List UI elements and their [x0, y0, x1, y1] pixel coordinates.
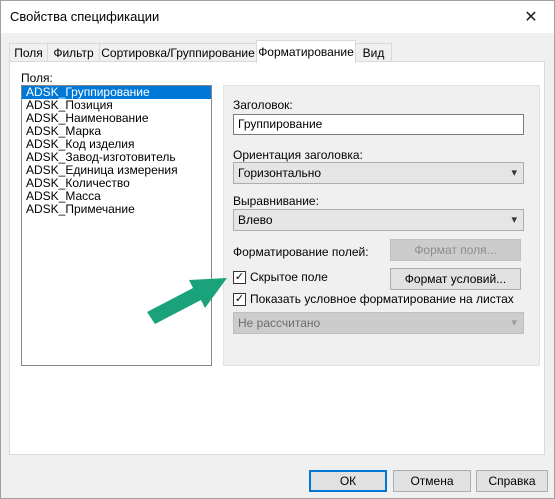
orientation-label: Ориентация заголовка: [233, 148, 363, 162]
alignment-value: Влево [238, 213, 273, 227]
ok-button[interactable]: ОК [309, 470, 387, 492]
dialog-window: Свойства спецификации ✕ Поля Фильтр Сорт… [0, 0, 555, 499]
annotation-arrow-icon [147, 278, 227, 324]
close-icon[interactable]: ✕ [508, 1, 554, 33]
conditional-format-button[interactable]: Формат условий... [390, 268, 521, 290]
show-conditional-checkbox[interactable]: ✓ [233, 293, 246, 306]
list-item[interactable]: ADSK_Примечание [22, 203, 211, 216]
chevron-down-icon: ▾ [511, 167, 517, 179]
title-bar: Свойства спецификации ✕ [1, 1, 554, 33]
field-format-button[interactable]: Формат поля... [390, 239, 521, 261]
orientation-select[interactable]: Горизонтально ▾ [233, 162, 524, 184]
tab-fields[interactable]: Поля [9, 43, 48, 62]
calculation-value: Не рассчитано [238, 316, 321, 330]
chevron-down-icon: ▾ [511, 317, 517, 329]
chevron-down-icon: ▾ [511, 214, 517, 226]
hidden-field-checkbox[interactable]: ✓ [233, 271, 246, 284]
heading-label: Заголовок: [233, 98, 293, 112]
cancel-button[interactable]: Отмена [393, 470, 471, 492]
help-button[interactable]: Справка [476, 470, 548, 492]
fields-label: Поля: [21, 71, 53, 85]
orientation-value: Горизонтально [238, 166, 322, 180]
tab-formatting[interactable]: Форматирование [256, 40, 356, 63]
tab-filter[interactable]: Фильтр [47, 43, 100, 62]
show-conditional-label: Показать условное форматирование на лист… [250, 292, 514, 306]
alignment-select[interactable]: Влево ▾ [233, 209, 524, 231]
calculation-select[interactable]: Не рассчитано ▾ [233, 312, 524, 334]
hidden-field-label: Скрытое поле [250, 270, 328, 284]
tab-view[interactable]: Вид [355, 43, 392, 62]
field-format-label: Форматирование полей: [233, 245, 369, 259]
heading-input[interactable]: Группирование [233, 114, 524, 135]
alignment-label: Выравнивание: [233, 194, 319, 208]
window-title: Свойства спецификации [10, 9, 160, 24]
tab-sorting[interactable]: Сортировка/Группирование [99, 43, 257, 62]
